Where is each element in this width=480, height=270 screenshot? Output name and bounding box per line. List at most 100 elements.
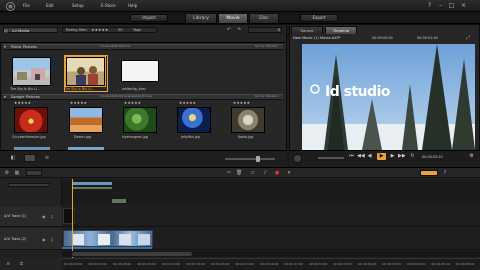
rating-stars[interactable]: ★★★★★ bbox=[179, 101, 196, 105]
audio-mixer-icon[interactable]: ♬ bbox=[6, 261, 10, 266]
step-back-icon[interactable]: ◀ bbox=[366, 153, 373, 160]
media-thumbnail[interactable] bbox=[123, 107, 157, 133]
section-sort-info: Sort by: Filename bbox=[255, 45, 278, 48]
view-toggle-button[interactable] bbox=[24, 154, 36, 162]
preview-settings-icon[interactable]: ⚙ bbox=[468, 153, 475, 160]
menu-file[interactable]: File bbox=[23, 3, 30, 8]
track-lane-1[interactable] bbox=[62, 206, 480, 227]
tab-source[interactable]: Source bbox=[291, 26, 323, 34]
volume-icon[interactable] bbox=[293, 154, 302, 163]
eye-icon[interactable]: ◉ bbox=[42, 214, 46, 219]
minimize-icon[interactable]: – bbox=[437, 2, 444, 9]
timeline-clip-video[interactable] bbox=[63, 230, 153, 247]
edit-mode-button[interactable] bbox=[420, 170, 438, 176]
timeline-scrollbar[interactable] bbox=[62, 251, 480, 257]
ruler-tick-label: 00:00:09:00 bbox=[137, 262, 156, 266]
track-settings-icon[interactable]: ⚙ bbox=[4, 170, 10, 176]
track-label: A/V Track (1) bbox=[4, 214, 27, 218]
menu-estore[interactable]: E-Store bbox=[101, 3, 116, 8]
speaker-icon[interactable]: ♫ bbox=[50, 237, 54, 242]
media-caption: The Sky Is Blu Li... bbox=[10, 87, 41, 91]
import-button[interactable]: Import bbox=[130, 14, 168, 22]
marker-icon[interactable]: ▾ bbox=[286, 170, 292, 176]
record-icon[interactable]: ● bbox=[274, 170, 280, 176]
media-caption: Jellyfish.jpg bbox=[181, 135, 200, 139]
help-icon[interactable]: ? bbox=[426, 2, 433, 9]
timeline-help-icon[interactable]: ? bbox=[442, 170, 448, 176]
tags-label[interactable]: Tags bbox=[133, 28, 141, 32]
collapse-icon[interactable]: ▾ bbox=[4, 45, 6, 49]
rating-stars[interactable]: ★★★★★ bbox=[70, 101, 87, 105]
undo-icon[interactable]: ↶ bbox=[226, 27, 232, 33]
rating-stars[interactable]: ★★★★★ bbox=[124, 101, 141, 105]
timeline-clip-black[interactable] bbox=[63, 208, 75, 224]
scissors-icon[interactable]: ✂ bbox=[226, 170, 232, 176]
media-caption: Desert.jpg bbox=[74, 135, 92, 139]
track-lane-2[interactable] bbox=[62, 228, 480, 250]
scrollbar-thumb[interactable] bbox=[72, 252, 192, 256]
storyboard-toggle[interactable] bbox=[26, 170, 42, 176]
details-icon[interactable]: ≡ bbox=[44, 155, 50, 161]
section-title: Public Pictures bbox=[11, 45, 38, 49]
zoom-slider[interactable] bbox=[225, 158, 275, 160]
fast-forward-icon[interactable]: ▶▶ bbox=[398, 153, 406, 160]
maximize-icon[interactable]: □ bbox=[448, 2, 455, 9]
collection-selector[interactable]: All Media bbox=[3, 27, 58, 33]
track-header-1[interactable]: A/V Track (1) ◉ ♫ bbox=[0, 206, 62, 227]
trash-icon[interactable]: 🗑 bbox=[236, 170, 242, 176]
rewind-icon[interactable]: ◀◀ bbox=[357, 153, 365, 160]
timeline-playhead[interactable] bbox=[72, 179, 73, 259]
smart-movie-icon[interactable]: ▦ bbox=[14, 170, 20, 176]
tab-timeline[interactable]: Timeline bbox=[325, 26, 357, 34]
tab-movie[interactable]: Movie bbox=[218, 13, 248, 23]
ruler-tick-label: 00:00:45:00 bbox=[431, 262, 450, 266]
media-thumbnail[interactable] bbox=[177, 107, 211, 133]
rating-stars[interactable]: ★★★★★ bbox=[233, 101, 250, 105]
audio-icon[interactable]: ♪ bbox=[262, 170, 268, 176]
media-thumbnail[interactable] bbox=[12, 57, 51, 86]
export-button[interactable]: Export bbox=[300, 14, 338, 22]
tab-library[interactable]: Library bbox=[185, 13, 217, 23]
selection-outline bbox=[64, 55, 108, 92]
project-title: New Movie (1) Movie.AXP* bbox=[293, 36, 341, 40]
media-thumbnail[interactable] bbox=[14, 107, 48, 133]
ruler-tick-label: 00:00:15:00 bbox=[186, 262, 205, 266]
track-header-2[interactable]: A/V Track (2) ◉ ♫ bbox=[0, 228, 62, 250]
loop-icon[interactable]: ↻ bbox=[409, 153, 416, 160]
timecode-left: 00:00:00:00 bbox=[372, 36, 393, 40]
menu-help[interactable]: Help bbox=[128, 3, 137, 8]
media-thumbnail[interactable] bbox=[121, 60, 159, 82]
go-to-start-icon[interactable]: ⏮ bbox=[348, 153, 355, 160]
navigator-clip bbox=[72, 182, 112, 185]
eye-icon[interactable]: ◉ bbox=[42, 237, 46, 242]
view-icon[interactable]: ◧ bbox=[10, 155, 16, 161]
media-thumbnail[interactable] bbox=[69, 107, 103, 133]
fullscreen-icon[interactable]: ⤢ bbox=[465, 35, 471, 41]
zoom-slider-handle[interactable] bbox=[256, 156, 260, 162]
step-forward-icon[interactable]: ▶ bbox=[389, 153, 396, 160]
menu-setup[interactable]: Setup bbox=[72, 3, 84, 8]
magnet-icon[interactable]: ⊂ bbox=[250, 170, 256, 176]
navigator-strip[interactable] bbox=[62, 179, 480, 205]
studio-logo-icon[interactable] bbox=[6, 2, 15, 11]
menu-edit[interactable]: Edit bbox=[46, 3, 54, 8]
search-icon[interactable]: ⌕ bbox=[276, 27, 282, 33]
lock-icon[interactable]: ⚿ bbox=[20, 261, 23, 266]
section-title: Sample Pictures bbox=[11, 95, 40, 99]
clip-audio-bar bbox=[62, 247, 152, 249]
rating-stars[interactable]: ★★★★★ bbox=[91, 28, 108, 32]
section-header-public-pictures[interactable]: Public Pictures bbox=[3, 44, 283, 50]
rating-label: Rating filter bbox=[66, 28, 88, 32]
navigator-zoom[interactable] bbox=[8, 183, 50, 187]
rating-stars[interactable]: ★★★★★ bbox=[14, 101, 31, 105]
media-thumbnail[interactable] bbox=[231, 107, 265, 133]
rating-filter[interactable]: Rating filter ★★★★★ bbox=[62, 27, 157, 33]
play-button[interactable]: ▶ bbox=[377, 153, 386, 160]
collapse-icon[interactable]: ▾ bbox=[4, 95, 6, 99]
tab-disc[interactable]: Disc bbox=[249, 13, 279, 23]
redo-icon[interactable]: ↷ bbox=[236, 27, 242, 33]
section-sort-info: Sort by: Filename bbox=[255, 95, 278, 98]
speaker-icon[interactable]: ♫ bbox=[50, 214, 54, 219]
close-icon[interactable]: × bbox=[460, 2, 467, 9]
volume-slider[interactable] bbox=[318, 157, 344, 159]
